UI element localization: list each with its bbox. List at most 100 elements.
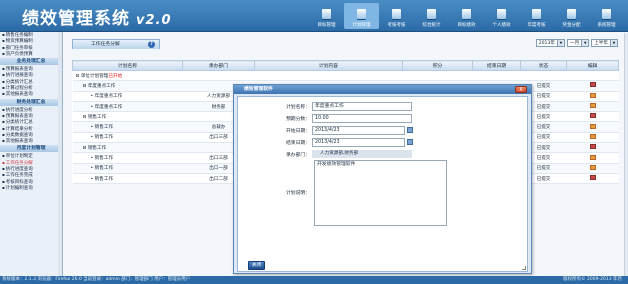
column-header[interactable]: 计划名称 xyxy=(72,60,183,71)
bullet-icon: ▪ xyxy=(2,125,5,131)
nav-item[interactable]: 综合统计 xyxy=(414,3,449,29)
desc-label: 计划说明： xyxy=(286,190,310,196)
end-date-label: 结束日期： xyxy=(286,140,310,146)
resize-handle[interactable] xyxy=(522,266,526,270)
plan-name-field[interactable]: 年度重点工作 xyxy=(312,101,412,111)
start-date-field[interactable]: 2013/4/23 xyxy=(312,125,405,135)
column-header[interactable]: 结束日期 xyxy=(472,60,521,71)
nav-item[interactable]: 个人绩效 xyxy=(484,3,519,29)
nav-item[interactable]: 计划管理 xyxy=(344,3,379,29)
app-version: v2.0 xyxy=(136,13,172,28)
nav-icon xyxy=(497,9,506,19)
nav-item[interactable]: 年度考核 xyxy=(519,3,554,29)
dialog-title: 绩效管理软件 xyxy=(234,85,531,94)
score-row: 预期分数： 10.00 xyxy=(238,113,412,123)
sidebar-item[interactable]: ▪其他报表查询 xyxy=(0,138,62,144)
sidebar-item-label: 其他报表查询 xyxy=(5,92,33,98)
sidebar-item-label: 执行进度查询 xyxy=(5,167,33,173)
panel-tab[interactable]: 工作任务分解? xyxy=(72,39,160,49)
nav-icon xyxy=(357,9,366,19)
bullet-icon: ▪ xyxy=(2,66,5,72)
sidebar: ▪销售任务编制 ▪物资预算编制 ▪部门任务审核 ▪资产负债预算 业务处理汇总 ▪预算报表查… xyxy=(0,32,63,276)
nav-icon xyxy=(567,9,576,19)
sidebar-item-label: 执行进展查询 xyxy=(5,73,33,79)
plan-name: 销售工作 xyxy=(94,125,114,131)
nav-item-label: 目标管理 xyxy=(317,23,336,28)
sidebar-item-label: 预算报表查询 xyxy=(5,67,33,73)
plan-name-cell: ⊟ 销售工作 xyxy=(72,142,183,154)
plan-detail-dialog: 绩效管理软件 X 计划名称： 年度重点工作 预期分数： 10.00 开始日期： 201… xyxy=(233,84,532,274)
month-select[interactable]: 一月 ▼ xyxy=(567,39,590,47)
sidebar-group-header[interactable]: 月度计划管理 xyxy=(0,145,62,153)
status-bar: 系统版本：2.1.3 浏览器：Firefox 26.0 当前登录：admin 部… xyxy=(0,276,628,284)
plan-name: 销售工作 xyxy=(94,135,114,141)
sidebar-group-header[interactable]: 业务处理汇总 xyxy=(0,58,62,66)
bullet-icon: ▪ xyxy=(2,131,5,137)
end-date-field[interactable]: 2013/4/23 xyxy=(312,137,405,147)
edit-icon[interactable] xyxy=(589,154,596,160)
plan-name: 销售工作 xyxy=(94,176,114,182)
dialog-close-button[interactable]: X xyxy=(515,86,527,93)
calendar-icon[interactable] xyxy=(407,139,413,145)
edit-icon[interactable] xyxy=(589,144,596,150)
bullet-icon: ▪ xyxy=(2,112,5,118)
edit-icon[interactable] xyxy=(589,175,596,181)
close-button[interactable]: 关闭 xyxy=(248,261,265,270)
sidebar-group-header[interactable]: 财务处理汇总 xyxy=(0,98,62,106)
column-header[interactable]: 承办部门 xyxy=(182,60,255,71)
sidebar-item-label: 工作任务分解 xyxy=(5,160,33,166)
footer-copyright: 版权所有© 2009-2013 年月 xyxy=(563,277,622,282)
dialog-body: 计划名称： 年度重点工作 预期分数： 10.00 开始日期： 2013/4/23 结束… xyxy=(237,96,528,272)
year-select[interactable]: 2013年 ▼ xyxy=(535,39,565,47)
header: 绩效管理系统 v2.0 目标管理 计划管理 考核考核 综合统计 目标绩效 个人绩效 年度考核 奖… xyxy=(0,0,628,32)
calendar-icon[interactable] xyxy=(407,127,413,133)
edit-icon[interactable] xyxy=(589,133,596,139)
edit-cell xyxy=(566,111,619,123)
edit-icon[interactable] xyxy=(589,123,596,129)
half-year-select[interactable]: 上半年 ▼ xyxy=(591,39,618,47)
score-field[interactable]: 10.00 xyxy=(312,113,412,123)
nav-item[interactable]: 目标管理 xyxy=(309,3,344,29)
column-header[interactable]: 编辑 xyxy=(566,60,619,71)
score-label: 预期分数： xyxy=(286,116,310,122)
edit-cell xyxy=(566,173,619,185)
start-date-row: 开始日期： 2013/4/23 xyxy=(238,125,413,135)
table-group-row[interactable]: ⊟ 单位计划管理已开始 xyxy=(72,70,619,82)
column-header[interactable]: 计划内容 xyxy=(254,60,403,71)
help-icon[interactable]: ? xyxy=(148,41,155,48)
sidebar-item-label: 计算结果分析 xyxy=(5,126,33,132)
column-header[interactable]: 状态 xyxy=(520,60,567,71)
sidebar-item[interactable]: ▪资产负债预算 xyxy=(0,51,62,57)
page-scrollbar[interactable] xyxy=(624,33,628,276)
nav-item[interactable]: 奖金分配 xyxy=(554,3,589,29)
bullet-icon: ▪ xyxy=(2,119,5,125)
edit-cell xyxy=(566,80,619,92)
bullet-icon: ▪ xyxy=(2,38,5,44)
plan-name-row: 计划名称： 年度重点工作 xyxy=(238,101,412,111)
edit-icon[interactable] xyxy=(589,92,596,98)
sidebar-item[interactable]: ▪其他报表查询 xyxy=(0,91,62,97)
desc-textarea[interactable]: 开发绩效管理软件 xyxy=(314,160,447,226)
edit-cell xyxy=(566,163,619,174)
sidebar-item[interactable]: ▪计划编制查询 xyxy=(0,185,62,191)
plan-name-cell: • 年度重点工作 xyxy=(72,91,183,102)
sidebar-item-label: 资产负债预算 xyxy=(5,51,33,57)
plan-name-cell: • 销售工作 xyxy=(72,163,183,174)
edit-icon[interactable] xyxy=(589,164,596,170)
bullet-icon: ▪ xyxy=(2,85,5,91)
chevron-down-icon: ▼ xyxy=(610,40,617,46)
edit-icon[interactable] xyxy=(589,103,596,109)
edit-icon[interactable] xyxy=(589,82,596,88)
nav-item[interactable]: 考核考核 xyxy=(379,3,414,29)
column-header[interactable]: 积分 xyxy=(402,60,473,71)
nav-item[interactable]: 系统管理 xyxy=(589,3,624,29)
edit-icon[interactable] xyxy=(589,113,596,119)
app-title: 绩效管理系统 v2.0 xyxy=(22,4,172,29)
bullet-icon: ▪ xyxy=(2,106,5,112)
nav-item-label: 年度考核 xyxy=(527,23,546,28)
bullet-icon: ▪ xyxy=(2,166,5,172)
sidebar-scrollbar[interactable] xyxy=(58,32,62,276)
nav-item[interactable]: 目标绩效 xyxy=(449,3,484,29)
start-date-label: 开始日期： xyxy=(286,128,310,134)
bullet-icon: ▪ xyxy=(2,78,5,84)
